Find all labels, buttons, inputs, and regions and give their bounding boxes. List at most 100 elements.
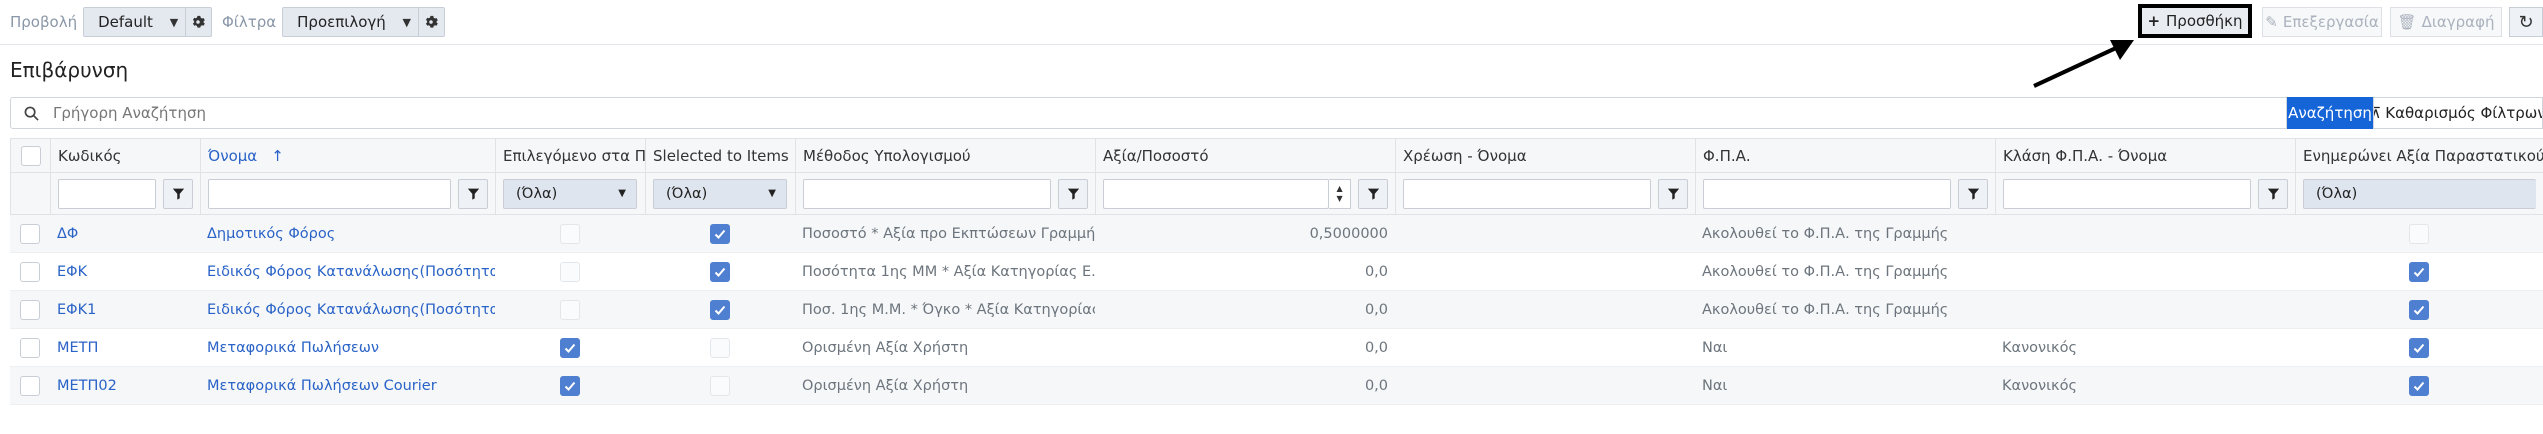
check-icon bbox=[714, 267, 726, 277]
select-all-checkbox[interactable] bbox=[20, 145, 41, 166]
updates-value-checkbox[interactable] bbox=[2409, 223, 2429, 244]
row-name[interactable]: Ειδικός Φόρος Κατανάλωσης(Ποσότητα * Όγκ… bbox=[200, 291, 495, 328]
filter-settings-button[interactable] bbox=[417, 8, 444, 36]
delete-button-label: Διαγραφή bbox=[2421, 13, 2495, 31]
filter-selected-lines-select[interactable]: (Όλα) ▼ bbox=[503, 178, 637, 209]
table-row[interactable]: ΜΕΤΠ02 Μεταφορικά Πωλήσεων Courier Ορισμ… bbox=[10, 367, 2543, 405]
funnel-icon bbox=[1667, 188, 1679, 200]
clear-filters-button[interactable]: ⊼ Καθαρισμός Φίλτρων bbox=[2373, 97, 2543, 129]
row-selected-lines bbox=[495, 291, 645, 328]
row-code[interactable]: ΜΕΤΠ bbox=[50, 329, 200, 366]
header-name[interactable]: Όνομα ↑ bbox=[200, 139, 495, 172]
filter-name-button[interactable] bbox=[458, 178, 488, 209]
edit-button[interactable]: ✎ Επεξεργασία bbox=[2262, 7, 2382, 37]
header-selected-lines[interactable]: Επιλεγόμενο στα Π... bbox=[495, 139, 645, 172]
trash-icon: 🗑 bbox=[2397, 13, 2417, 31]
filter-vat-class-input[interactable] bbox=[2003, 178, 2252, 209]
filter-selected-items: (Όλα) ▼ bbox=[645, 173, 795, 214]
header-selected-items[interactable]: Slelected to Items bbox=[645, 139, 795, 172]
header-vat-class[interactable]: Κλάση Φ.Π.Α. - Όνομα bbox=[1995, 139, 2295, 172]
filter-charge-name-input[interactable] bbox=[1403, 178, 1652, 209]
header-updates-value[interactable]: Ενημερώνει Αξία Παραστατικού bbox=[2295, 139, 2543, 172]
selected-items-checkbox[interactable] bbox=[710, 375, 730, 396]
row-selected-items bbox=[645, 291, 795, 328]
filter-updates-value-select[interactable]: (Όλα) bbox=[2303, 178, 2536, 209]
header-method[interactable]: Μέθοδος Υπολογισμού bbox=[795, 139, 1095, 172]
header-vat[interactable]: Φ.Π.Α. bbox=[1695, 139, 1995, 172]
header-code[interactable]: Κωδικός bbox=[50, 139, 200, 172]
filter-vat-button[interactable] bbox=[1958, 178, 1988, 209]
add-button-label: Προσθήκη bbox=[2166, 12, 2243, 30]
row-name[interactable]: Μεταφορικά Πωλήσεων Courier bbox=[200, 367, 495, 404]
filter-method-button[interactable] bbox=[1058, 178, 1088, 209]
row-select-checkbox[interactable] bbox=[20, 261, 40, 282]
row-code[interactable]: ΜΕΤΠ02 bbox=[50, 367, 200, 404]
selected-lines-checkbox[interactable] bbox=[560, 261, 580, 282]
row-select-checkbox[interactable] bbox=[20, 375, 40, 396]
selected-lines-checkbox[interactable] bbox=[560, 223, 580, 244]
header-charge-name[interactable]: Χρέωση - Όνομα bbox=[1395, 139, 1695, 172]
filter-select[interactable]: Προεπιλογή ▼ bbox=[282, 7, 445, 37]
filter-method-input[interactable] bbox=[803, 178, 1052, 209]
search-button[interactable]: Αναζήτηση bbox=[2287, 97, 2373, 129]
row-code[interactable]: ΔΦ bbox=[50, 215, 200, 252]
filter-code-input[interactable] bbox=[58, 178, 157, 209]
filter-clear-icon: ⊼ bbox=[2374, 104, 2381, 122]
filter-selected-items-select[interactable]: (Όλα) ▼ bbox=[653, 178, 787, 209]
quick-search-input[interactable] bbox=[51, 103, 2286, 123]
filter-value-stepper[interactable]: ▲ ▼ bbox=[1329, 178, 1352, 209]
updates-value-checkbox[interactable] bbox=[2409, 337, 2429, 358]
filter-vat-input[interactable] bbox=[1703, 178, 1952, 209]
row-value: 0,5000000 bbox=[1309, 225, 1388, 242]
filter-vat-class-button[interactable] bbox=[2258, 178, 2288, 209]
selected-items-checkbox[interactable] bbox=[710, 299, 730, 320]
view-settings-button[interactable] bbox=[184, 8, 211, 36]
updates-value-checkbox[interactable] bbox=[2409, 261, 2429, 282]
selected-items-checkbox[interactable] bbox=[710, 223, 730, 244]
selected-items-checkbox[interactable] bbox=[710, 261, 730, 282]
updates-value-checkbox[interactable] bbox=[2409, 299, 2429, 320]
row-charge-name bbox=[1395, 367, 1695, 404]
row-select-checkbox[interactable] bbox=[20, 337, 40, 358]
header-value[interactable]: Αξία/Ποσοστό bbox=[1095, 139, 1395, 172]
view-select-value: Default bbox=[98, 13, 153, 31]
table-row[interactable]: ΔΦ Δημοτικός Φόρος Ποσοστό * Αξία προ Εκ… bbox=[10, 215, 2543, 253]
funnel-icon bbox=[2267, 188, 2279, 200]
edit-button-label: Επεξεργασία bbox=[2282, 13, 2379, 31]
filter-vat-class bbox=[1995, 173, 2295, 214]
row-name[interactable]: Δημοτικός Φόρος bbox=[200, 215, 495, 252]
select-all-cell bbox=[10, 139, 50, 172]
filter-value-input[interactable] bbox=[1103, 178, 1330, 209]
row-method: Ποσοστό * Αξία προ Εκπτώσεων Γραμμής bbox=[802, 225, 1095, 242]
selected-lines-checkbox[interactable] bbox=[560, 375, 580, 396]
table-row[interactable]: ΜΕΤΠ Μεταφορικά Πωλήσεων Ορισμένη Αξία Χ… bbox=[10, 329, 2543, 367]
updates-value-checkbox[interactable] bbox=[2409, 375, 2429, 396]
row-updates-value bbox=[2295, 253, 2543, 290]
table-row[interactable]: ΕΦΚ Ειδικός Φόρος Κατανάλωσης(Ποσότητα *… bbox=[10, 253, 2543, 291]
quick-search-bar bbox=[10, 97, 2287, 129]
row-selected-lines bbox=[495, 329, 645, 366]
row-code[interactable]: ΕΦΚ1 bbox=[50, 291, 200, 328]
row-name[interactable]: Μεταφορικά Πωλήσεων bbox=[200, 329, 495, 366]
filter-name-input[interactable] bbox=[208, 178, 452, 209]
view-select[interactable]: Default ▼ bbox=[83, 7, 212, 37]
row-code[interactable]: ΕΦΚ bbox=[50, 253, 200, 290]
refresh-button[interactable]: ↻ bbox=[2509, 7, 2543, 37]
delete-button[interactable]: 🗑 Διαγραφή bbox=[2390, 7, 2502, 37]
table-row[interactable]: ΕΦΚ1 Ειδικός Φόρος Κατανάλωσης(Ποσότητα … bbox=[10, 291, 2543, 329]
selected-items-checkbox[interactable] bbox=[710, 337, 730, 358]
refresh-icon: ↻ bbox=[2518, 11, 2534, 33]
selected-lines-checkbox[interactable] bbox=[560, 337, 580, 358]
row-select-checkbox[interactable] bbox=[20, 299, 40, 320]
add-button[interactable]: + Προσθήκη bbox=[2138, 4, 2252, 38]
filter-value-button[interactable] bbox=[1358, 178, 1388, 209]
row-name[interactable]: Ειδικός Φόρος Κατανάλωσης(Ποσότητα * αξί… bbox=[200, 253, 495, 290]
funnel-icon bbox=[1967, 188, 1979, 200]
row-select-checkbox[interactable] bbox=[20, 223, 40, 244]
filter-charge-name-button[interactable] bbox=[1658, 178, 1688, 209]
selected-lines-checkbox[interactable] bbox=[560, 299, 580, 320]
filter-selected-items-value: (Όλα) bbox=[666, 185, 708, 202]
row-vat-class: Κανονικός bbox=[2002, 339, 2077, 356]
filter-code-button[interactable] bbox=[163, 178, 193, 209]
chevron-down-icon: ▼ bbox=[402, 15, 412, 29]
